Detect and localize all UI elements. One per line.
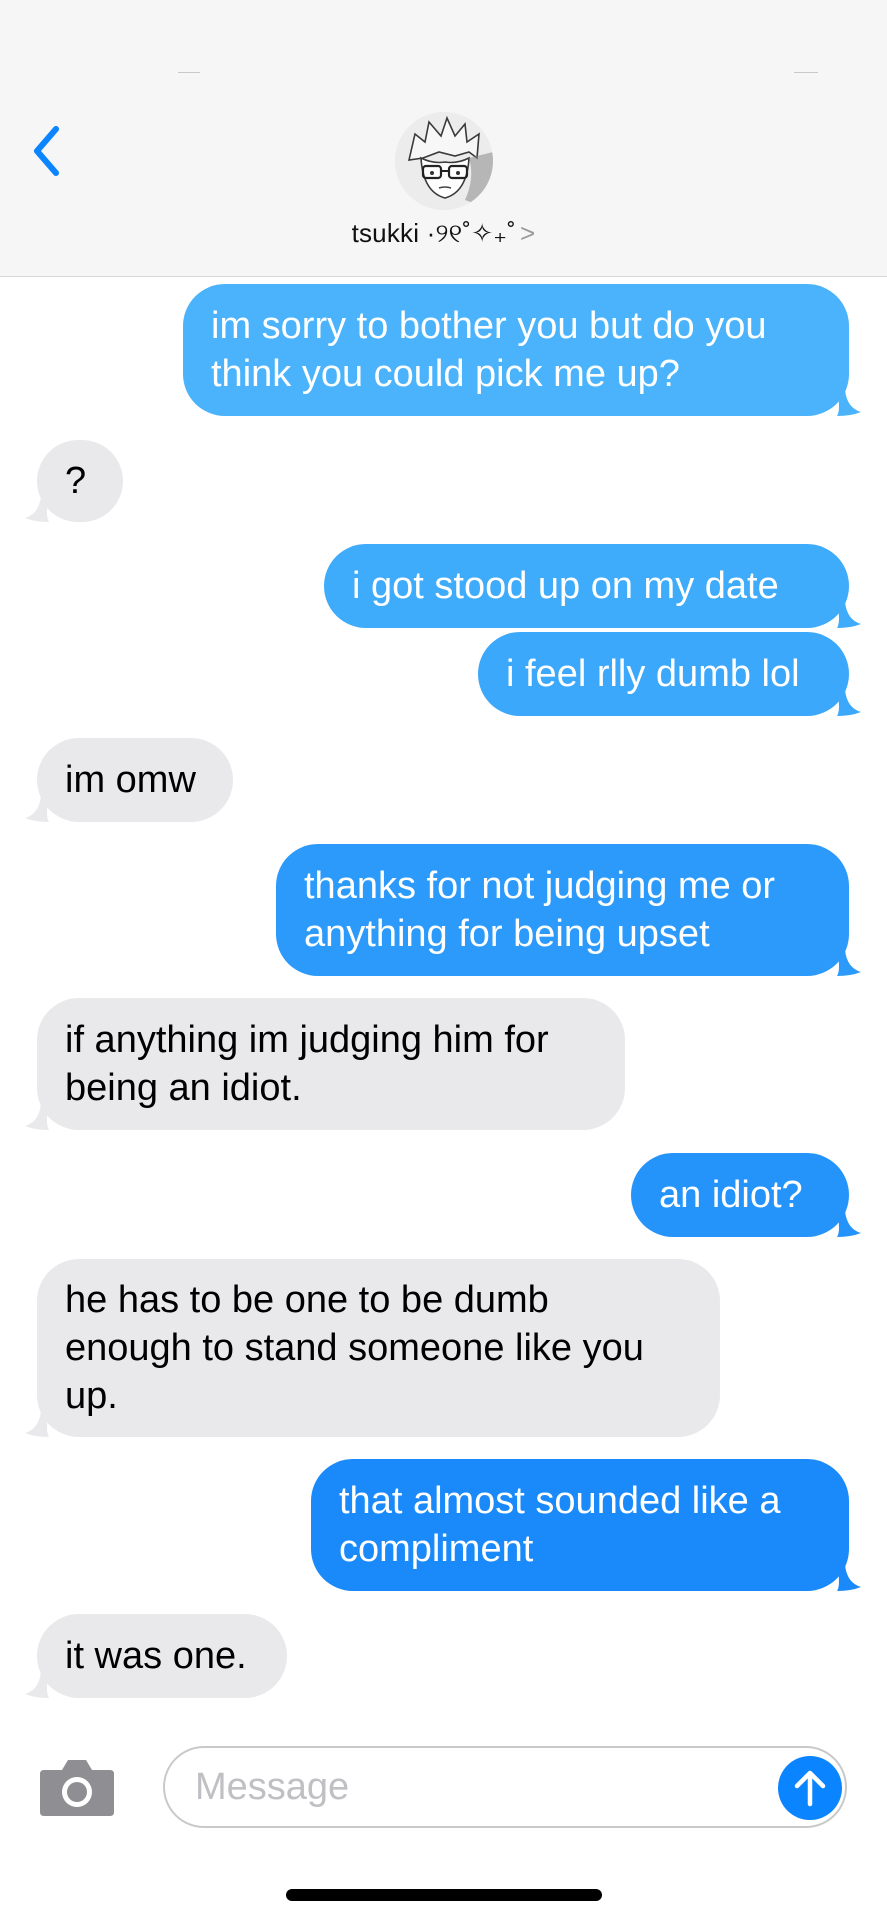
bubble-tail bbox=[25, 1411, 49, 1437]
bubble-tail bbox=[25, 1104, 49, 1130]
message-text: thanks for not judging me or anything fo… bbox=[304, 865, 776, 955]
received-message-bubble[interactable]: it was one. bbox=[25, 1614, 287, 1698]
message-text: it was one. bbox=[65, 1635, 247, 1677]
bubble-tail bbox=[25, 496, 49, 522]
sent-message-bubble[interactable]: i feel rlly dumb lol bbox=[478, 632, 861, 716]
contact-name: tsukki ·୨୧˚✧₊˚ bbox=[351, 218, 517, 248]
arrow-up-icon bbox=[794, 1770, 826, 1807]
bubble-tail bbox=[837, 1211, 861, 1237]
bubble-tail bbox=[837, 602, 861, 628]
received-message-bubble[interactable]: ? bbox=[25, 440, 123, 522]
send-button[interactable] bbox=[778, 1756, 842, 1820]
bubble-tail bbox=[25, 1672, 49, 1698]
message-text: if anything im judging him for being an … bbox=[65, 1019, 549, 1109]
status-bar-mark bbox=[794, 72, 818, 73]
bubble-tail bbox=[25, 796, 49, 822]
chevron-right-icon: > bbox=[520, 218, 536, 248]
message-text: i got stood up on my date bbox=[352, 565, 779, 607]
message-text: he has to be one to be dumb enough to st… bbox=[65, 1279, 644, 1417]
bubble-tail bbox=[837, 950, 861, 976]
sent-message-bubble[interactable]: that almost sounded like a compliment bbox=[311, 1459, 861, 1591]
bubble-tail bbox=[837, 390, 861, 416]
message-text: that almost sounded like a compliment bbox=[339, 1480, 781, 1570]
avatar[interactable] bbox=[395, 112, 493, 210]
sent-message-bubble[interactable]: im sorry to bother you but do you think … bbox=[183, 284, 861, 416]
sent-message-bubble[interactable]: thanks for not judging me or anything fo… bbox=[276, 844, 861, 976]
message-text: im omw bbox=[65, 759, 196, 801]
bubble-tail bbox=[837, 690, 861, 716]
avatar-image bbox=[395, 112, 493, 210]
received-message-bubble[interactable]: im omw bbox=[25, 738, 233, 822]
message-text: i feel rlly dumb lol bbox=[506, 653, 800, 695]
message-input[interactable] bbox=[163, 1746, 847, 1828]
message-text: ? bbox=[65, 460, 87, 502]
camera-button[interactable] bbox=[38, 1756, 116, 1818]
received-message-bubble[interactable]: he has to be one to be dumb enough to st… bbox=[25, 1259, 720, 1437]
back-button[interactable] bbox=[22, 122, 70, 180]
message-text: im sorry to bother you but do you think … bbox=[211, 305, 767, 395]
chevron-left-icon bbox=[34, 126, 59, 176]
bubble-tail bbox=[837, 1565, 861, 1591]
home-indicator[interactable] bbox=[286, 1889, 602, 1901]
camera-icon bbox=[40, 1760, 114, 1816]
contact-name-button[interactable]: tsukki ·୨୧˚✧₊˚ > bbox=[0, 218, 887, 250]
conversation-header: tsukki ·୨୧˚✧₊˚ > bbox=[0, 0, 887, 277]
sent-message-bubble[interactable]: i got stood up on my date bbox=[324, 544, 861, 628]
received-message-bubble[interactable]: if anything im judging him for being an … bbox=[25, 998, 625, 1130]
status-bar-mark bbox=[178, 72, 200, 73]
message-text: an idiot? bbox=[659, 1174, 803, 1216]
sent-message-bubble[interactable]: an idiot? bbox=[631, 1153, 861, 1237]
